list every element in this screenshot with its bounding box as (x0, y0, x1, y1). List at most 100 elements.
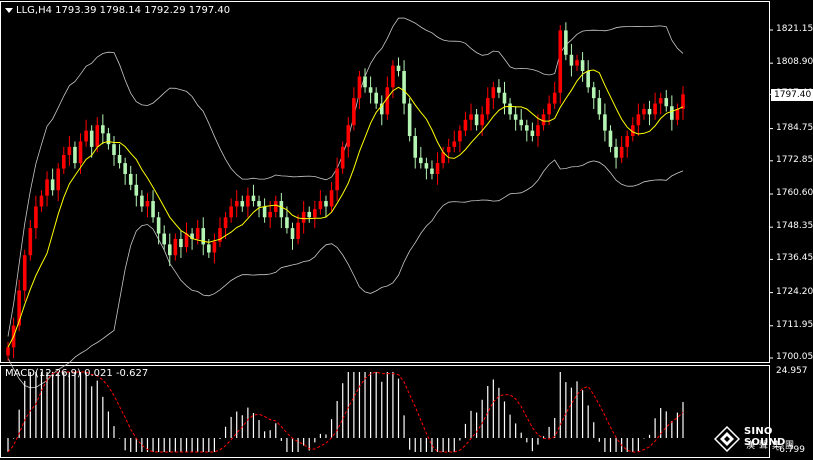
candle-body (6, 347, 10, 356)
candle-body (140, 195, 144, 207)
candle-body (430, 168, 434, 174)
macd-panel-frame (0, 365, 770, 458)
candle-body (234, 201, 239, 207)
candle-body (541, 114, 546, 126)
candle-body (78, 141, 83, 164)
candle-body (552, 92, 557, 104)
bollinger-bands (7, 17, 684, 389)
candle-body (346, 125, 351, 147)
candle-body (67, 146, 72, 155)
candle-body (597, 98, 602, 115)
price-axis-label: 1724.20 (776, 286, 813, 297)
candle-body (268, 211, 272, 218)
candle-body (352, 98, 356, 126)
candle-body (45, 179, 49, 196)
candle-body (223, 217, 228, 229)
candle-body (257, 201, 261, 207)
candle-body (502, 92, 507, 104)
candle-body (419, 157, 423, 164)
candle-body (279, 201, 284, 218)
candle-body (435, 163, 440, 174)
candle-body (167, 244, 172, 256)
candle-body (497, 87, 501, 93)
candle-body (307, 211, 312, 218)
candle-body (162, 233, 166, 245)
candle-body (173, 238, 178, 256)
candle-body (246, 195, 250, 207)
candle-body (56, 168, 61, 191)
candle-body (474, 114, 479, 126)
candle-body (591, 87, 596, 99)
price-axis-label: 1711.95 (776, 319, 813, 330)
candle-body (240, 201, 245, 207)
candle-body (112, 144, 116, 155)
candle-body (614, 146, 618, 158)
candle-body (22, 255, 27, 291)
candle-body (491, 87, 496, 99)
candle-body (519, 119, 524, 126)
price-axis-label: 1772.85 (776, 154, 813, 165)
candle-body (89, 130, 94, 147)
candle-body (179, 238, 183, 248)
candle-body (212, 241, 217, 253)
dropdown-arrow-icon[interactable] (5, 7, 13, 13)
symbol-label: LLG,H4 (16, 5, 52, 16)
candle-body (525, 125, 529, 131)
candle-body (374, 92, 378, 104)
candle-body (329, 190, 334, 207)
chart-window[interactable]: LLG,H4 1793.39 1798.14 1792.29 1797.40 M… (0, 0, 813, 460)
candle-body (564, 30, 568, 55)
candle-body (313, 209, 317, 218)
candle-body (575, 60, 579, 66)
candle-body (569, 54, 574, 66)
ma-line (7, 69, 684, 348)
candle-body (558, 30, 563, 93)
candle-body (469, 114, 473, 120)
price-axis-label: 1784.75 (776, 122, 813, 133)
candle-body (681, 94, 685, 109)
candle-body (357, 76, 362, 99)
price-axis-label: 1821.15 (776, 24, 813, 34)
candle-body (424, 163, 429, 169)
candle-body (458, 130, 462, 142)
candle-body (145, 201, 150, 207)
candles (6, 22, 685, 361)
candle-body (123, 163, 127, 174)
candle-body (34, 206, 38, 229)
candle-body (229, 206, 233, 218)
candle-body (452, 141, 457, 147)
diamond-logo-icon (714, 426, 740, 452)
candle-body (151, 201, 155, 218)
macd-values: 0.021 -0.627 (84, 368, 149, 379)
candle-body (95, 125, 100, 147)
candle-body (61, 154, 66, 169)
candle-body (363, 76, 367, 88)
candle-body (156, 217, 161, 234)
candle-body (480, 114, 484, 126)
candle-body (296, 222, 300, 239)
candle-body (463, 119, 468, 131)
price-axis-label: 1700.05 (776, 352, 813, 362)
macd-signal-line (7, 371, 684, 453)
candle-body (536, 125, 540, 137)
candle-body (106, 133, 111, 145)
candle-body (586, 71, 590, 88)
candle-body (28, 228, 33, 256)
candle-body (385, 87, 390, 115)
candle-body (391, 65, 395, 88)
brand-name-cn: 漢聲集團 (746, 441, 799, 451)
candle-body (101, 125, 105, 134)
candle-body (39, 195, 44, 207)
price-chart[interactable] (0, 0, 813, 460)
candle-body (658, 98, 663, 104)
candle-body (653, 103, 657, 115)
candle-body (670, 106, 674, 120)
candle-body (547, 103, 551, 115)
candle-body (128, 173, 133, 185)
candle-body (73, 146, 77, 164)
candle-body (664, 98, 669, 107)
candle-body (513, 114, 518, 120)
candle-body (285, 217, 289, 229)
price-axis-label: 1760.60 (776, 188, 813, 198)
candle-body (368, 87, 373, 93)
